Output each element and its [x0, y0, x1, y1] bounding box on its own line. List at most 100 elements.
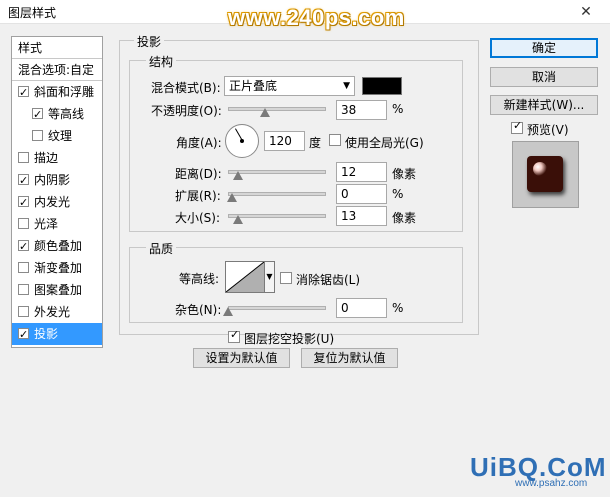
angle-dial[interactable]	[225, 124, 259, 158]
size-slider-thumb[interactable]	[232, 215, 243, 224]
shadow-color-swatch[interactable]	[362, 77, 402, 95]
contour-label: 等高线:	[179, 272, 220, 286]
spread-slider-track	[228, 192, 326, 196]
style-item[interactable]: 斜面和浮雕	[12, 81, 102, 104]
size-label: 大小(S):	[175, 211, 221, 225]
style-item-checkbox[interactable]	[18, 82, 29, 104]
knockout-label: 图层挖空投影(U)	[244, 332, 335, 346]
style-item[interactable]: 颜色叠加	[12, 235, 102, 258]
style-item[interactable]: 外发光	[12, 301, 102, 323]
styles-list: 样式 混合选项:自定 斜面和浮雕等高线纹理描边内阴影内发光光泽颜色叠加渐变叠加图…	[11, 36, 103, 348]
preview-tile	[527, 156, 563, 192]
spread-slider-thumb[interactable]	[226, 193, 237, 202]
contour-picker[interactable]	[225, 261, 265, 293]
style-item[interactable]: 等高线	[12, 103, 102, 126]
style-item[interactable]: 渐变叠加	[12, 257, 102, 279]
noise-label: 杂色(N):	[175, 303, 222, 317]
noise-unit: %	[392, 301, 404, 315]
style-item-label: 斜面和浮雕	[34, 85, 95, 99]
preview-checkbox[interactable]	[511, 119, 523, 134]
angle-unit: 度	[309, 136, 322, 150]
preview-label: 预览(V)	[527, 123, 569, 137]
knockout-checkbox[interactable]	[228, 328, 240, 343]
blend-mode-label: 混合模式(B):	[151, 81, 221, 95]
style-item-checkbox[interactable]	[18, 192, 29, 214]
opacity-slider-track	[228, 107, 326, 111]
noise-slider-track	[228, 306, 326, 310]
style-item-label: 内阴影	[34, 173, 71, 187]
style-item[interactable]: 内发光	[12, 191, 102, 214]
style-item[interactable]: 光泽	[12, 213, 102, 235]
size-input[interactable]: 13	[336, 206, 387, 226]
size-slider[interactable]	[228, 210, 326, 224]
style-item[interactable]: 图案叠加	[12, 279, 102, 301]
new-style-button[interactable]: 新建样式(W)...	[490, 95, 598, 115]
contour-dropdown-arrow[interactable]: ▼	[265, 261, 275, 293]
close-icon[interactable]: ✕	[576, 3, 596, 21]
section-title-legend: 投影	[134, 33, 165, 50]
style-item[interactable]: 投影	[12, 323, 102, 346]
size-unit: 像素	[392, 211, 417, 225]
quality-legend: 品质	[146, 240, 177, 257]
style-item-checkbox[interactable]	[18, 284, 29, 295]
style-item-checkbox[interactable]	[18, 170, 29, 192]
angle-input[interactable]: 120	[264, 131, 305, 151]
antialias-label: 消除锯齿(L)	[296, 273, 361, 287]
distance-slider-thumb[interactable]	[232, 171, 243, 180]
style-item-label: 图案叠加	[34, 283, 83, 297]
style-item-label: 投影	[34, 327, 59, 341]
opacity-slider[interactable]	[228, 103, 326, 117]
style-item[interactable]: 纹理	[12, 125, 102, 147]
blend-mode-select[interactable]: 正片叠底 ▼	[224, 76, 355, 96]
opacity-label: 不透明度(O):	[151, 104, 222, 118]
cancel-button[interactable]: 取消	[490, 67, 598, 87]
watermark-bottom-sub: www.psahz.com	[515, 478, 588, 489]
style-item-label: 纹理	[48, 129, 73, 143]
noise-slider-thumb[interactable]	[223, 307, 233, 316]
style-item-checkbox[interactable]	[32, 130, 43, 141]
distance-slider[interactable]	[228, 166, 326, 180]
noise-input[interactable]: 0	[336, 298, 387, 318]
spread-input[interactable]: 0	[336, 184, 387, 204]
distance-input[interactable]: 12	[336, 162, 387, 182]
reset-default-button[interactable]: 复位为默认值	[301, 348, 398, 368]
global-light-checkbox[interactable]	[329, 134, 341, 146]
distance-unit: 像素	[392, 167, 417, 181]
blend-options-label: 混合选项:自定	[18, 63, 95, 77]
linear-contour-icon	[225, 261, 265, 293]
styles-header[interactable]: 样式	[12, 37, 102, 59]
ok-button[interactable]: 确定	[490, 38, 598, 58]
spread-unit: %	[392, 187, 404, 201]
watermark-top: www.240ps.com	[228, 5, 405, 30]
style-item-label: 外发光	[34, 305, 71, 319]
style-item-checkbox[interactable]	[18, 152, 29, 163]
style-item-label: 描边	[34, 151, 59, 165]
style-item-checkbox[interactable]	[18, 324, 29, 346]
style-item-checkbox[interactable]	[18, 236, 29, 258]
style-item-checkbox[interactable]	[18, 306, 29, 317]
style-item-label: 等高线	[48, 107, 85, 121]
style-item-label: 渐变叠加	[34, 261, 83, 275]
style-item-label: 颜色叠加	[34, 239, 83, 253]
global-light-label: 使用全局光(G)	[345, 136, 424, 150]
spread-slider[interactable]	[226, 188, 326, 202]
blend-options-item[interactable]: 混合选项:自定	[12, 59, 102, 81]
style-item[interactable]: 内阴影	[12, 169, 102, 192]
distance-label: 距离(D):	[175, 167, 222, 181]
opacity-slider-thumb[interactable]	[260, 108, 271, 117]
set-default-button[interactable]: 设置为默认值	[193, 348, 290, 368]
window-title: 图层样式	[8, 6, 57, 20]
style-item-checkbox[interactable]	[18, 262, 29, 273]
antialias-checkbox[interactable]	[280, 272, 292, 284]
style-item-checkbox[interactable]	[18, 218, 29, 229]
angle-dial-center	[240, 139, 244, 143]
style-item-label: 光泽	[34, 217, 59, 231]
style-item-label: 内发光	[34, 195, 71, 209]
structure-legend: 结构	[146, 53, 177, 70]
style-item-checkbox[interactable]	[32, 104, 43, 126]
opacity-input[interactable]: 38	[336, 100, 387, 120]
chevron-down-icon: ▼	[343, 81, 350, 91]
noise-slider[interactable]	[223, 302, 326, 316]
opacity-unit: %	[392, 102, 404, 116]
style-item[interactable]: 描边	[12, 147, 102, 169]
